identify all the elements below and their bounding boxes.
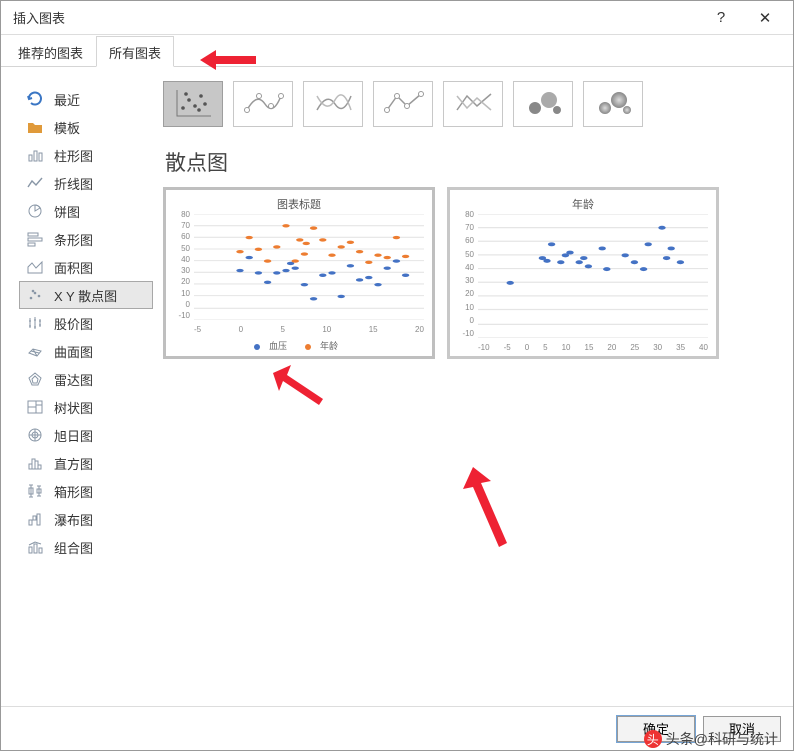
- subtype-scatter-smooth-markers[interactable]: [233, 81, 293, 127]
- combo-chart-icon: [26, 538, 44, 556]
- insert-chart-dialog: 插入图表 ? ✕ 推荐的图表 所有图表 最近 模板 柱形图 折线图 饼图 条形图…: [0, 0, 794, 751]
- chart-legend: 血压年龄: [166, 339, 432, 352]
- sidebar-item-scatter[interactable]: X Y 散点图: [19, 281, 153, 309]
- dialog-title: 插入图表: [13, 8, 699, 27]
- chart-preview-1[interactable]: 图表标题 80706050403020100-10 -505101520 血压年…: [163, 187, 435, 359]
- watermark: 头头条@科研与统计: [644, 729, 778, 749]
- sidebar-item-template[interactable]: 模板: [19, 113, 153, 141]
- section-title: 散点图: [165, 147, 783, 177]
- help-button[interactable]: ?: [699, 3, 743, 33]
- sidebar-item-label: 直方图: [54, 454, 93, 473]
- boxwhisker-chart-icon: [26, 482, 44, 500]
- bar-chart-icon: [26, 230, 44, 248]
- sidebar-item-label: 树状图: [54, 398, 93, 417]
- chart-previews: 图表标题 80706050403020100-10 -505101520 血压年…: [163, 187, 783, 359]
- sidebar-item-line[interactable]: 折线图: [19, 169, 153, 197]
- sidebar-item-label: 饼图: [54, 202, 80, 221]
- sidebar-item-label: 股价图: [54, 314, 93, 333]
- area-chart-icon: [26, 258, 44, 276]
- sidebar-item-treemap[interactable]: 树状图: [19, 393, 153, 421]
- sidebar-item-recent[interactable]: 最近: [19, 85, 153, 113]
- x-axis-labels: -505101520: [194, 325, 424, 334]
- subtype-scatter-smooth[interactable]: [303, 81, 363, 127]
- subtype-bubble-3d[interactable]: [583, 81, 643, 127]
- column-chart-icon: [26, 146, 44, 164]
- sidebar-item-label: 面积图: [54, 258, 93, 277]
- sidebar-item-surface[interactable]: 曲面图: [19, 337, 153, 365]
- waterfall-chart-icon: [26, 510, 44, 528]
- subtype-scatter-straight[interactable]: [443, 81, 503, 127]
- tab-all-charts[interactable]: 所有图表: [96, 36, 174, 67]
- sidebar-item-area[interactable]: 面积图: [19, 253, 153, 281]
- recent-icon: [26, 90, 44, 108]
- sidebar-item-label: 旭日图: [54, 426, 93, 445]
- chart-preview-2[interactable]: 年龄 80706050403020100-10 -10-505101520253…: [447, 187, 719, 359]
- sidebar-item-label: 条形图: [54, 230, 93, 249]
- sidebar-item-label: 曲面图: [54, 342, 93, 361]
- close-button[interactable]: ✕: [743, 3, 787, 33]
- subtype-scatter-markers[interactable]: [163, 81, 223, 127]
- subtype-scatter-straight-markers[interactable]: [373, 81, 433, 127]
- chart-type-sidebar: 最近 模板 柱形图 折线图 饼图 条形图 面积图 X Y 散点图 股价图 曲面图…: [1, 67, 153, 706]
- radar-chart-icon: [26, 370, 44, 388]
- annotation-arrow-icon: [273, 365, 323, 405]
- sidebar-item-stock[interactable]: 股价图: [19, 309, 153, 337]
- line-chart-icon: [26, 174, 44, 192]
- sidebar-item-pie[interactable]: 饼图: [19, 197, 153, 225]
- sidebar-item-label: 瀑布图: [54, 510, 93, 529]
- tab-recommended[interactable]: 推荐的图表: [5, 36, 96, 67]
- sidebar-item-radar[interactable]: 雷达图: [19, 365, 153, 393]
- sidebar-item-label: 最近: [54, 90, 80, 109]
- x-axis-labels: -10-50510152025303540: [478, 343, 708, 352]
- sidebar-item-label: 模板: [54, 118, 80, 137]
- sidebar-item-label: 箱形图: [54, 482, 93, 501]
- folder-icon: [26, 118, 44, 136]
- chart-subtype-row: [163, 81, 783, 127]
- sunburst-chart-icon: [26, 426, 44, 444]
- sidebar-item-combo[interactable]: 组合图: [19, 533, 153, 561]
- annotation-arrow-icon: [461, 467, 507, 547]
- treemap-chart-icon: [26, 398, 44, 416]
- histogram-chart-icon: [26, 454, 44, 472]
- pie-chart-icon: [26, 202, 44, 220]
- y-axis-labels: 80706050403020100-10: [172, 210, 190, 320]
- sidebar-item-label: 柱形图: [54, 146, 93, 165]
- sidebar-item-waterfall[interactable]: 瀑布图: [19, 505, 153, 533]
- scatter-chart-icon: [26, 286, 44, 304]
- plot-area: [194, 214, 424, 320]
- sidebar-item-bar[interactable]: 条形图: [19, 225, 153, 253]
- content-pane: 散点图 图表标题 80706050403020100-10 -505101520…: [153, 67, 793, 706]
- sidebar-item-label: X Y 散点图: [54, 286, 117, 305]
- sidebar-item-label: 雷达图: [54, 370, 93, 389]
- chart-preview-title: 图表标题: [166, 190, 432, 212]
- titlebar: 插入图表 ? ✕: [1, 1, 793, 35]
- logo-icon: 头: [644, 730, 662, 748]
- sidebar-item-histogram[interactable]: 直方图: [19, 449, 153, 477]
- plot-area: [478, 214, 708, 338]
- sidebar-item-boxwhisker[interactable]: 箱形图: [19, 477, 153, 505]
- dialog-footer: 头头条@科研与统计 确定 取消: [1, 706, 793, 750]
- sidebar-item-sunburst[interactable]: 旭日图: [19, 421, 153, 449]
- sidebar-item-column[interactable]: 柱形图: [19, 141, 153, 169]
- tab-bar: 推荐的图表 所有图表: [1, 35, 793, 67]
- stock-chart-icon: [26, 314, 44, 332]
- surface-chart-icon: [26, 342, 44, 360]
- chart-preview-title: 年龄: [450, 190, 716, 212]
- sidebar-item-label: 组合图: [54, 538, 93, 557]
- y-axis-labels: 80706050403020100-10: [456, 210, 474, 338]
- subtype-bubble[interactable]: [513, 81, 573, 127]
- sidebar-item-label: 折线图: [54, 174, 93, 193]
